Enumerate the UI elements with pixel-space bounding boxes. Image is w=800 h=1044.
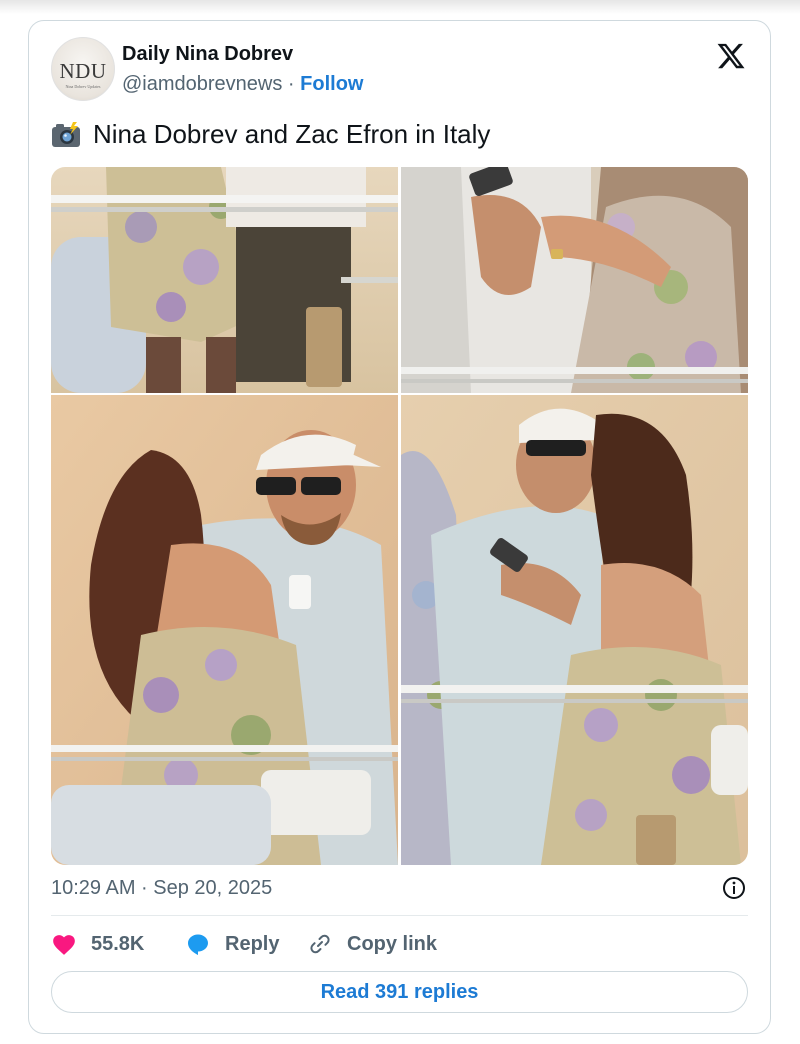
action-bar: 55.8K Reply Copy link xyxy=(51,929,748,959)
like-button[interactable]: 55.8K xyxy=(51,929,144,959)
tweet-timestamp[interactable]: 10:29 AM · Sep 20, 2025 xyxy=(51,877,272,900)
follow-button[interactable]: Follow xyxy=(300,73,363,95)
read-replies-button[interactable]: Read 391 replies xyxy=(51,971,748,1013)
tweet-header: NDU Nina Dobrev Updates Daily Nina Dobre… xyxy=(51,37,748,103)
photo-2[interactable] xyxy=(401,167,748,393)
photo-1[interactable] xyxy=(51,167,398,393)
avatar-monogram: NDU xyxy=(59,59,107,83)
info-icon[interactable] xyxy=(722,876,746,900)
tweet-text: Nina Dobrev and Zac Efron in Italy xyxy=(51,119,490,150)
top-shadow xyxy=(0,0,800,14)
tweet-body-text: Nina Dobrev and Zac Efron in Italy xyxy=(93,119,491,149)
reply-button[interactable]: Reply xyxy=(185,929,279,959)
reply-bubble-icon xyxy=(188,934,208,955)
avatar[interactable]: NDU Nina Dobrev Updates xyxy=(51,37,115,101)
photo-4[interactable] xyxy=(401,395,748,865)
handle-row: @iamdobrevnews · Follow xyxy=(122,73,363,96)
avatar-tagline: Nina Dobrev Updates xyxy=(65,84,101,89)
copy-link-label: Copy link xyxy=(347,932,438,955)
heart-icon xyxy=(53,935,75,955)
separator-dot: · xyxy=(282,73,301,95)
link-icon xyxy=(310,934,330,954)
reply-label: Reply xyxy=(225,932,280,955)
media-grid[interactable] xyxy=(51,167,748,865)
camera-with-flash-icon xyxy=(52,121,80,147)
divider xyxy=(51,915,748,916)
x-logo-icon[interactable] xyxy=(716,41,746,71)
photo-3[interactable] xyxy=(51,395,398,865)
handle[interactable]: @iamdobrevnews xyxy=(122,73,282,95)
tweet-embed-card: NDU Nina Dobrev Updates Daily Nina Dobre… xyxy=(28,20,771,1034)
display-name[interactable]: Daily Nina Dobrev xyxy=(122,43,293,66)
copy-link-button[interactable]: Copy link xyxy=(307,929,437,959)
like-count: 55.8K xyxy=(91,932,145,955)
